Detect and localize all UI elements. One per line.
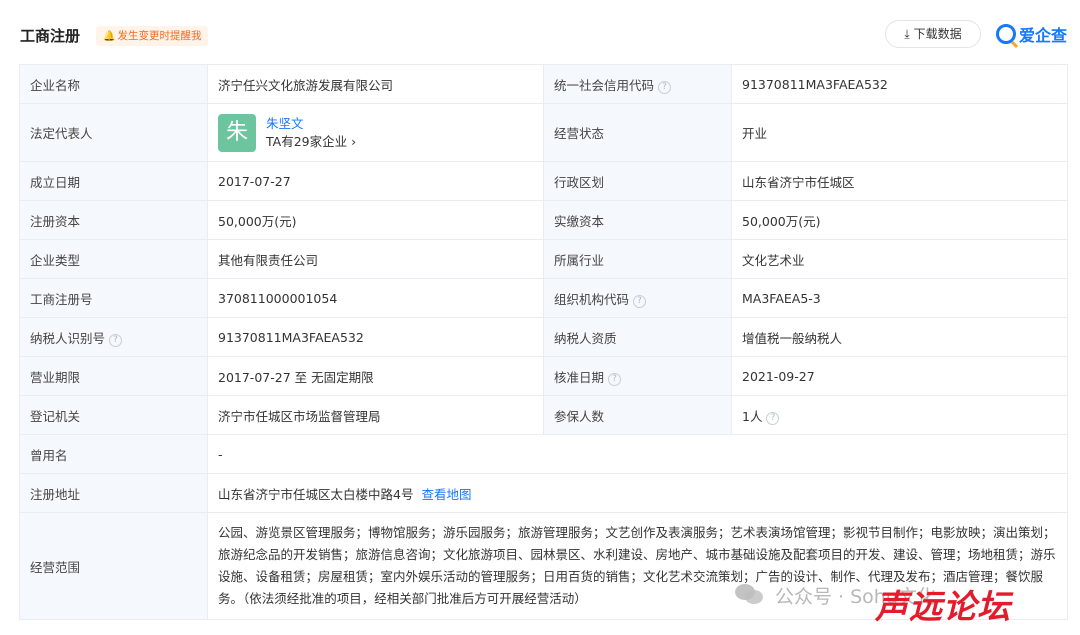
business-registration-table: 企业名称 济宁任兴文化旅游发展有限公司 统一社会信用代码? 91370811MA… <box>19 64 1068 620</box>
paid-capital-label: 实缴资本 <box>543 200 732 240</box>
download-data-button[interactable]: ⤓ 下载数据 <box>885 20 981 48</box>
section-header: 工商注册 🔔 发生变更时提醒我 ⤓ 下载数据 爱企查 <box>0 0 1080 62</box>
legal-rep-companies-link[interactable]: TA有29家企业 › <box>266 133 356 151</box>
company-type-value: 其他有限责任公司 <box>207 239 544 279</box>
taxpayer-id-label-cell: 纳税人识别号? <box>19 317 208 357</box>
table-row: 注册资本 50,000万(元) 实缴资本 50,000万(元) <box>19 200 1068 240</box>
org-code-value: MA3FAEA5-3 <box>731 278 1068 318</box>
org-code-label-cell: 组织机构代码? <box>543 278 732 318</box>
table-row: 经营范围 公园、游览景区管理服务；博物馆服务；游乐园服务；旅游管理服务；文艺创作… <box>19 512 1068 620</box>
credit-code-label-cell: 统一社会信用代码? <box>543 64 732 104</box>
authority-label: 登记机关 <box>19 395 208 435</box>
legal-rep-label: 法定代表人 <box>19 103 208 162</box>
taxpayer-qual-value: 增值税一般纳税人 <box>731 317 1068 357</box>
taxpayer-id-label: 纳税人识别号 <box>30 330 106 346</box>
scope-label: 经营范围 <box>19 512 208 620</box>
scope-value: 公园、游览景区管理服务；博物馆服务；游乐园服务；旅游管理服务；文艺创作及表演服务… <box>207 512 1068 620</box>
change-remind-label: 发生变更时提醒我 <box>117 30 202 42</box>
table-row: 曾用名 - <box>19 434 1068 474</box>
table-row: 纳税人识别号? 91370811MA3FAEA532 纳税人资质 增值税一般纳税… <box>19 317 1068 357</box>
approval-date-value: 2021-09-27 <box>731 356 1068 396</box>
help-icon[interactable]: ? <box>766 411 780 425</box>
bell-icon: 🔔 <box>103 31 116 42</box>
legal-rep-cell: 朱 朱坚文 TA有29家企业 › <box>207 103 544 162</box>
term-value: 2017-07-27 至 无固定期限 <box>207 356 544 396</box>
reg-capital-label: 注册资本 <box>19 200 208 240</box>
help-icon[interactable]: ? <box>109 333 123 347</box>
insured-value: 1人 <box>742 408 763 424</box>
paid-capital-value: 50,000万(元) <box>731 200 1068 240</box>
approval-date-label: 核准日期 <box>554 369 605 385</box>
address-cell: 山东省济宁市任城区太白楼中路4号 查看地图 <box>207 473 1068 513</box>
industry-value: 文化艺术业 <box>731 239 1068 279</box>
status-value: 开业 <box>731 103 1068 162</box>
table-row: 企业名称 济宁任兴文化旅游发展有限公司 统一社会信用代码? 91370811MA… <box>19 64 1068 104</box>
term-label: 营业期限 <box>19 356 208 396</box>
address-label: 注册地址 <box>19 473 208 513</box>
help-icon[interactable]: ? <box>608 372 622 386</box>
download-icon: ⤓ <box>904 27 910 41</box>
district-value: 山东省济宁市任城区 <box>731 161 1068 201</box>
table-row: 法定代表人 朱 朱坚文 TA有29家企业 › 经营状态 开业 <box>19 103 1068 162</box>
table-row: 工商注册号 370811000001054 组织机构代码? MA3FAEA5-3 <box>19 278 1068 318</box>
table-row: 登记机关 济宁市任城区市场监督管理局 参保人数 1人? <box>19 395 1068 435</box>
reg-number-value: 370811000001054 <box>207 278 544 318</box>
insured-label: 参保人数 <box>543 395 732 435</box>
founded-value: 2017-07-27 <box>207 161 544 201</box>
district-label: 行政区划 <box>543 161 732 201</box>
table-row: 营业期限 2017-07-27 至 无固定期限 核准日期? 2021-09-27 <box>19 356 1068 396</box>
avatar[interactable]: 朱 <box>218 113 256 152</box>
help-icon[interactable]: ? <box>633 294 647 308</box>
legal-rep-name-link[interactable]: 朱坚文 <box>266 115 356 133</box>
magnifier-logo-icon <box>996 24 1016 44</box>
table-row: 注册地址 山东省济宁市任城区太白楼中路4号 查看地图 <box>19 473 1068 513</box>
approval-date-label-cell: 核准日期? <box>543 356 732 396</box>
brand-logo[interactable]: 爱企查 <box>996 22 1067 46</box>
status-label: 经营状态 <box>543 103 732 162</box>
company-type-label: 企业类型 <box>19 239 208 279</box>
address-value: 山东省济宁市任城区太白楼中路4号 <box>218 486 414 502</box>
help-icon[interactable]: ? <box>658 80 672 94</box>
former-name-label: 曾用名 <box>19 434 208 474</box>
reg-number-label: 工商注册号 <box>19 278 208 318</box>
former-name-value: - <box>207 434 1068 474</box>
view-map-link[interactable]: 查看地图 <box>421 487 471 502</box>
company-name-label: 企业名称 <box>19 64 208 104</box>
section-title: 工商注册 <box>20 27 81 45</box>
founded-label: 成立日期 <box>19 161 208 201</box>
table-row: 企业类型 其他有限责任公司 所属行业 文化艺术业 <box>19 239 1068 279</box>
credit-code-value: 91370811MA3FAEA532 <box>731 64 1068 104</box>
insured-value-cell: 1人? <box>731 395 1068 435</box>
credit-code-label: 统一社会信用代码 <box>554 77 655 93</box>
authority-value: 济宁市任城区市场监督管理局 <box>207 395 544 435</box>
reg-capital-value: 50,000万(元) <box>207 200 544 240</box>
company-name-value: 济宁任兴文化旅游发展有限公司 <box>207 64 544 104</box>
change-remind-button[interactable]: 🔔 发生变更时提醒我 <box>96 26 209 46</box>
download-label: 下载数据 <box>913 27 962 41</box>
industry-label: 所属行业 <box>543 239 732 279</box>
taxpayer-qual-label: 纳税人资质 <box>543 317 732 357</box>
taxpayer-id-value: 91370811MA3FAEA532 <box>207 317 544 357</box>
table-row: 成立日期 2017-07-27 行政区划 山东省济宁市任城区 <box>19 161 1068 201</box>
org-code-label: 组织机构代码 <box>554 291 630 307</box>
brand-name: 爱企查 <box>1019 26 1068 45</box>
